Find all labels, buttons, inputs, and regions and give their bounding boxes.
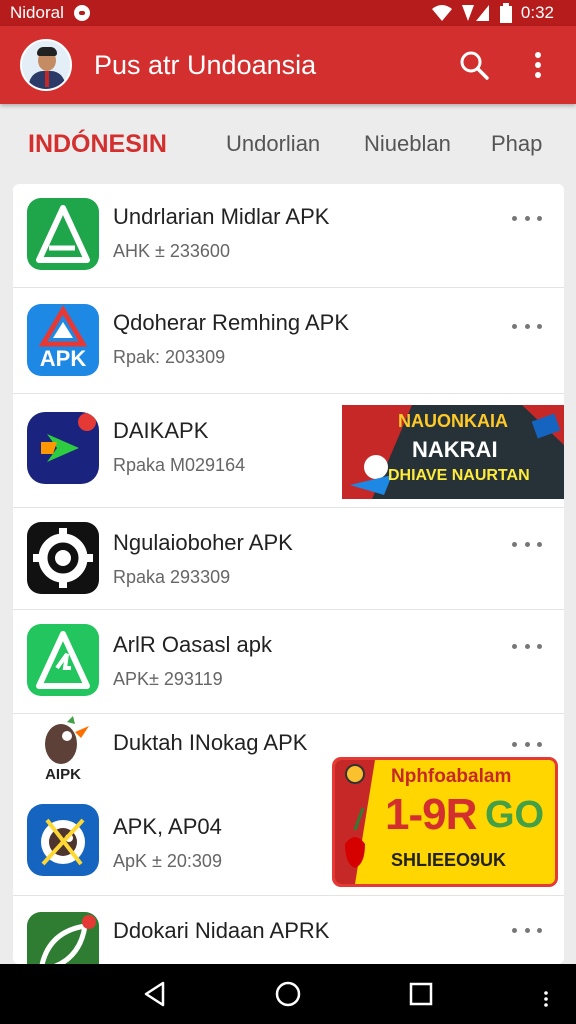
apk-icon-text: APK	[39, 346, 87, 371]
more-options-icon[interactable]	[512, 734, 542, 754]
green-triangle-logo-icon	[27, 198, 99, 270]
app-meta: Rpaka M029164	[113, 455, 246, 475]
search-button[interactable]	[452, 43, 496, 87]
app-name: DAIKAPK	[113, 418, 209, 443]
list-item[interactable]: Ddokari Nidaan APRK	[13, 896, 564, 964]
overflow-menu-button[interactable]	[516, 43, 560, 87]
home-icon[interactable]	[274, 980, 302, 1008]
more-options-icon[interactable]	[512, 636, 542, 656]
play-arrow-logo-icon	[27, 412, 99, 484]
more-vertical-icon	[535, 52, 541, 78]
signal-icon	[461, 5, 489, 21]
ninja-mascot-icon	[27, 804, 99, 876]
app-name: Ngulaioboher APK	[113, 530, 293, 555]
banner-line-3: DHIAVE NAURTAN	[388, 467, 530, 484]
banner-line-2: NAKRAI	[412, 437, 498, 462]
battery-icon	[499, 3, 512, 23]
tab-indonesin[interactable]: INDÓNESIN	[28, 130, 167, 159]
carrier-name: Nidoral	[10, 3, 64, 22]
green-leaf-logo-icon	[27, 912, 99, 964]
more-options-icon[interactable]	[512, 920, 542, 940]
banner-big-text: 1-9R	[385, 790, 477, 839]
app-list: Undrlarian Midlar APK AHK ± 233600 APK Q…	[13, 184, 564, 964]
promo-banner[interactable]: Nphfoabalam 1-9R GO SHLIEEO9UK	[335, 760, 555, 884]
notification-icon	[73, 5, 90, 21]
back-icon[interactable]	[143, 981, 167, 1007]
apk-badge-icon: APK	[27, 304, 99, 376]
app-name: Ddokari Nidaan APRK	[113, 918, 330, 943]
banner-line-1: NAUONKAIA	[398, 411, 508, 431]
bird-icon-text: AIPK	[45, 766, 81, 783]
list-item[interactable]: Ngulaioboher APK Rpaka 293309	[13, 508, 564, 610]
app-meta: ApK ± 20:309	[113, 851, 222, 871]
list-item[interactable]: ArlR Oasasl apk APK± 293119	[13, 610, 564, 714]
app-meta: Rpak: 203309	[113, 347, 226, 367]
tab-undorlian[interactable]: Undorlian	[226, 131, 320, 157]
nav-overflow-icon[interactable]	[542, 990, 550, 1013]
search-icon	[460, 51, 489, 80]
more-options-icon[interactable]	[512, 534, 542, 554]
bird-mascot-icon: AIPK	[27, 716, 99, 788]
app-meta: APK± 293119	[113, 669, 223, 689]
app-name: ArlR Oasasl apk	[113, 632, 272, 657]
avatar[interactable]	[20, 39, 72, 91]
banner-line-1: Nphfoabalam	[391, 766, 512, 787]
page-title: Pus atr Undoansia	[94, 49, 317, 80]
app-name: APK, AP04	[113, 814, 222, 839]
tab-phap[interactable]: Phap	[491, 131, 542, 157]
banner-go-text: GO	[485, 794, 545, 836]
app-name: Undrlarian Midlar APK	[113, 204, 330, 229]
status-time: 0:32	[520, 3, 554, 22]
tab-niueblan[interactable]: Niueblan	[364, 131, 451, 157]
system-nav-bar	[0, 964, 576, 1024]
app-name: Qdoherar Remhing APK	[113, 310, 350, 335]
app-meta: AHK ± 233600	[113, 241, 230, 261]
gear-logo-icon	[27, 522, 99, 594]
banner-line-3: SHLIEEO9UK	[391, 850, 507, 870]
app-name: Duktah INokag APK	[113, 730, 308, 755]
promo-banner[interactable]: NAUONKAIA NAKRAI DHIAVE NAURTAN	[342, 405, 564, 499]
recents-icon[interactable]	[409, 982, 433, 1006]
app-bar: Pus atr Undoansia	[0, 26, 576, 104]
list-item[interactable]: APK Qdoherar Remhing APK Rpak: 203309	[13, 288, 564, 394]
wifi-icon	[431, 5, 452, 21]
status-bar: Nidoral 0:32	[0, 0, 576, 26]
more-options-icon[interactable]	[512, 316, 542, 336]
category-tabs: INDÓNESIN Undorlian Niueblan Phap	[0, 104, 576, 184]
green-triangle-logo-icon	[27, 624, 99, 696]
more-options-icon[interactable]	[512, 208, 542, 228]
app-meta: Rpaka 293309	[113, 567, 231, 587]
list-item[interactable]: Undrlarian Midlar APK AHK ± 233600	[13, 184, 564, 288]
